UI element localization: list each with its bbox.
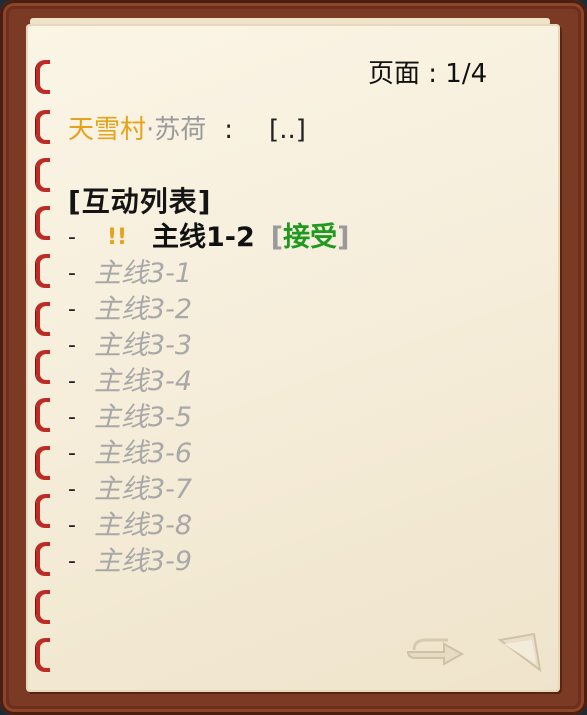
quest-available-icon: !! xyxy=(106,225,128,250)
list-dash: - xyxy=(68,333,76,358)
binding-ring xyxy=(36,590,50,624)
village-name: 天雪村 xyxy=(68,115,147,145)
arrow-right-icon[interactable] xyxy=(404,628,468,668)
quest-name[interactable]: 主线3-6 xyxy=(94,436,192,472)
list-dash: - xyxy=(68,225,76,250)
binding-ring xyxy=(36,398,50,432)
list-dash: - xyxy=(68,549,76,574)
binding-ring xyxy=(36,446,50,480)
speaker-line: 天雪村·苏荷: [..] xyxy=(68,112,306,148)
quest-name[interactable]: 主线3-9 xyxy=(94,544,192,580)
quest-name[interactable]: 主线3-5 xyxy=(94,400,192,436)
speaker-colon: : xyxy=(224,115,234,145)
binding-ring xyxy=(36,494,50,528)
binding-ring xyxy=(36,302,50,336)
accept-bracket-close: ] xyxy=(337,222,350,253)
dialog-text[interactable]: [..] xyxy=(269,115,306,145)
page-indicator: 页面 : 1/4 xyxy=(368,59,488,89)
binding-ring xyxy=(36,60,50,94)
list-dash: - xyxy=(68,405,76,430)
binding-ring xyxy=(36,206,50,240)
quest-name[interactable]: 主线3-4 xyxy=(94,364,192,400)
interaction-list-title: [互动列表] xyxy=(68,185,212,218)
list-dash: - xyxy=(68,477,76,502)
list-dash: - xyxy=(68,261,76,286)
list-dash: - xyxy=(68,297,76,322)
binding-ring xyxy=(36,542,50,576)
accept-button[interactable]: [接受] xyxy=(271,220,350,256)
list-dash: - xyxy=(68,513,76,538)
accept-bracket-open: [ xyxy=(270,222,284,253)
npc-name: ·苏荷 xyxy=(146,115,207,145)
page-curl-icon[interactable] xyxy=(496,630,544,678)
list-dash: - xyxy=(68,369,76,394)
binding-ring xyxy=(36,110,50,144)
list-item[interactable]: - 主线3-2 xyxy=(68,292,349,328)
quest-name[interactable]: 主线3-1 xyxy=(94,256,192,292)
list-item-active[interactable]: - !! 主线1-2 [接受] xyxy=(68,220,349,256)
binding-ring xyxy=(36,350,50,384)
quest-name[interactable]: 主线3-3 xyxy=(94,328,192,364)
list-item[interactable]: - 主线3-6 xyxy=(68,436,349,472)
quest-name[interactable]: 主线3-2 xyxy=(94,292,192,328)
interaction-list: - !! 主线1-2 [接受] - 主线3-1 - 主线3-2 - 主线3-3 - 主线… xyxy=(68,220,349,580)
quest-name[interactable]: 主线3-7 xyxy=(94,472,192,508)
list-item[interactable]: - 主线3-4 xyxy=(68,364,349,400)
binding-ring xyxy=(36,254,50,288)
list-item[interactable]: - 主线3-3 xyxy=(68,328,349,364)
list-item[interactable]: - 主线3-5 xyxy=(68,400,349,436)
binding-ring xyxy=(36,158,50,192)
quest-name[interactable]: 主线1-2 xyxy=(152,220,255,256)
list-dash: - xyxy=(68,441,76,466)
accept-label: 接受 xyxy=(283,222,338,253)
list-item[interactable]: - 主线3-8 xyxy=(68,508,349,544)
quest-name[interactable]: 主线3-8 xyxy=(94,508,192,544)
list-item[interactable]: - 主线3-7 xyxy=(68,472,349,508)
binding-ring xyxy=(36,638,50,672)
list-item[interactable]: - 主线3-9 xyxy=(68,544,349,580)
list-item[interactable]: - 主线3-1 xyxy=(68,256,349,292)
